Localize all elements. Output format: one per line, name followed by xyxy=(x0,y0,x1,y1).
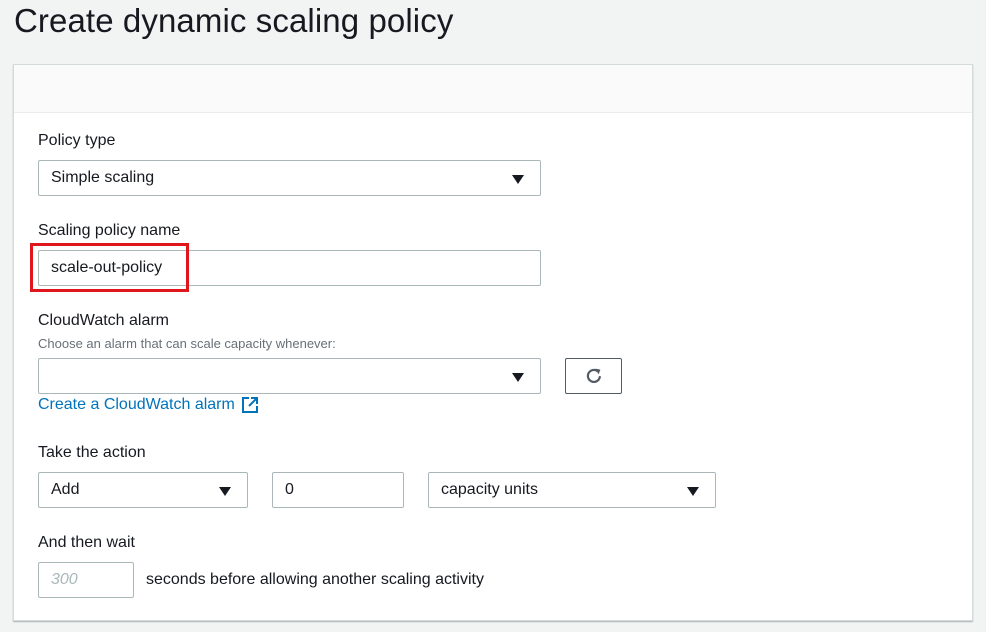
caret-down-icon xyxy=(512,373,524,382)
policy-type-select[interactable]: Simple scaling xyxy=(38,160,541,196)
policy-name-input[interactable] xyxy=(38,250,541,286)
create-cloudwatch-alarm-link[interactable]: Create a CloudWatch alarm xyxy=(38,396,259,414)
wait-seconds-input[interactable] xyxy=(38,562,134,598)
action-unit-select[interactable]: capacity units xyxy=(428,472,716,508)
caret-down-icon xyxy=(512,175,524,184)
action-operation-select[interactable]: Add xyxy=(38,472,248,508)
take-action-label: Take the action xyxy=(38,444,146,461)
caret-down-icon xyxy=(687,487,699,496)
policy-type-label: Policy type xyxy=(38,132,116,149)
page-title: Create dynamic scaling policy xyxy=(14,2,454,39)
cloudwatch-alarm-select[interactable] xyxy=(38,358,541,394)
panel-header xyxy=(14,65,972,113)
action-operation-value: Add xyxy=(51,481,80,498)
external-link-icon xyxy=(241,397,258,413)
wait-suffix-text: seconds before allowing another scaling … xyxy=(146,571,484,588)
create-cloudwatch-alarm-link-text: Create a CloudWatch alarm xyxy=(38,396,235,413)
refresh-alarms-button[interactable] xyxy=(565,358,622,394)
action-unit-value: capacity units xyxy=(441,481,538,498)
policy-name-label: Scaling policy name xyxy=(38,222,181,239)
wait-label: And then wait xyxy=(38,534,135,551)
caret-down-icon xyxy=(219,487,231,496)
cloudwatch-alarm-description: Choose an alarm that can scale capacity … xyxy=(38,336,336,351)
action-amount-input[interactable] xyxy=(272,472,404,508)
refresh-icon xyxy=(586,368,601,383)
policy-type-value: Simple scaling xyxy=(51,169,155,186)
cloudwatch-alarm-label: CloudWatch alarm xyxy=(38,312,170,329)
